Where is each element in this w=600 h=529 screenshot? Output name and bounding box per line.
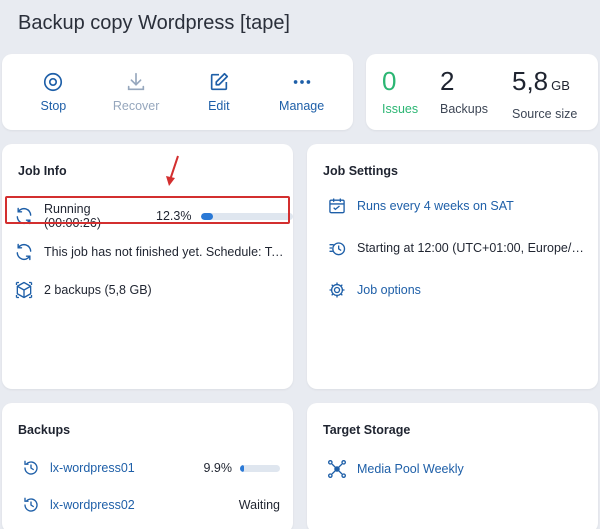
starting-time: Starting at 12:00 (UTC+01:00, Europe/Am…	[357, 241, 589, 255]
backup-status: Waiting	[238, 498, 280, 512]
refresh-icon	[16, 243, 32, 261]
recover-label: Recover	[112, 99, 160, 113]
source-size-label: Source size	[512, 107, 578, 121]
stat-backups: 2 Backups	[440, 66, 510, 116]
restore-icon	[24, 460, 38, 475]
runs-schedule-link[interactable]: Runs every 4 weeks on SAT	[357, 199, 514, 213]
annotation-arrow-icon	[166, 155, 179, 186]
options-row: Job options	[327, 280, 421, 300]
stats-panel: 0 Issues 2 Backups 5,8 GB Source size	[366, 54, 598, 130]
cube-icon	[15, 281, 33, 299]
running-highlight-box	[5, 196, 290, 224]
backup-row: lx-wordpress02 Waiting	[22, 496, 280, 514]
backup-progress-percent: 9.9%	[203, 461, 233, 475]
edit-icon	[210, 72, 228, 91]
media-pool-icon	[328, 460, 346, 478]
restore-icon	[24, 497, 38, 512]
media-pool-row: Media Pool Weekly	[327, 459, 464, 479]
recover-button[interactable]: Recover	[99, 71, 173, 113]
action-toolbar: Stop Recover Edit Manage	[2, 54, 353, 130]
issues-label: Issues	[382, 102, 419, 116]
backups-count: 2	[440, 66, 455, 96]
edit-button[interactable]: Edit	[182, 71, 256, 113]
backup-name-link[interactable]: lx-wordpress02	[50, 498, 135, 512]
source-size-value: 5,8 GB	[512, 66, 570, 96]
backups-card: Backups lx-wordpress01 9.9% lx-wordpress…	[2, 403, 293, 529]
job-info-title: Job Info	[18, 164, 67, 178]
source-size-unit: GB	[551, 78, 570, 93]
backups-title: Backups	[18, 423, 71, 437]
job-info-card: Job Info Running (00:00:26) 12.3% This j…	[2, 144, 293, 389]
runs-row: Runs every 4 weeks on SAT	[327, 196, 514, 216]
backups-summary: 2 backups (5,8 GB)	[44, 283, 152, 297]
starting-row: Starting at 12:00 (UTC+01:00, Europe/Am…	[327, 238, 589, 258]
media-pool-link[interactable]: Media Pool Weekly	[357, 462, 464, 476]
backups-summary-row: 2 backups (5,8 GB)	[14, 280, 152, 300]
job-settings-card: Job Settings Runs every 4 weeks on SAT S…	[307, 144, 598, 389]
backup-progress-bar	[240, 464, 280, 472]
schedule-note: This job has not finished yet. Schedule:…	[44, 245, 286, 259]
clock-schedule-icon	[329, 242, 346, 256]
target-storage-title: Target Storage	[323, 423, 411, 437]
page-title: Backup copy Wordpress [tape]	[18, 12, 290, 34]
stop-button[interactable]: Stop	[16, 71, 90, 113]
target-storage-card: Target Storage Media Pool Weekly	[307, 403, 598, 529]
schedule-note-row: This job has not finished yet. Schedule:…	[14, 242, 286, 262]
stat-source-size: 5,8 GB Source size	[512, 66, 577, 121]
stop-label: Stop	[40, 99, 67, 113]
backup-name-link[interactable]: lx-wordpress01	[50, 461, 135, 475]
gear-icon	[329, 282, 345, 298]
backups-label: Backups	[440, 102, 488, 116]
manage-label: Manage	[279, 99, 325, 113]
issues-count: 0	[382, 66, 397, 96]
backup-row: lx-wordpress01 9.9%	[22, 459, 280, 477]
more-dots-icon	[293, 80, 310, 84]
manage-button[interactable]: Manage	[265, 71, 339, 113]
calendar-icon	[329, 198, 345, 214]
job-options-link[interactable]: Job options	[357, 283, 421, 297]
backup-progress-fill	[240, 464, 244, 472]
stat-issues[interactable]: 0 Issues	[382, 66, 438, 116]
edit-label: Edit	[208, 99, 230, 113]
stop-icon	[44, 72, 63, 92]
job-settings-title: Job Settings	[323, 164, 399, 178]
download-icon	[127, 72, 145, 91]
